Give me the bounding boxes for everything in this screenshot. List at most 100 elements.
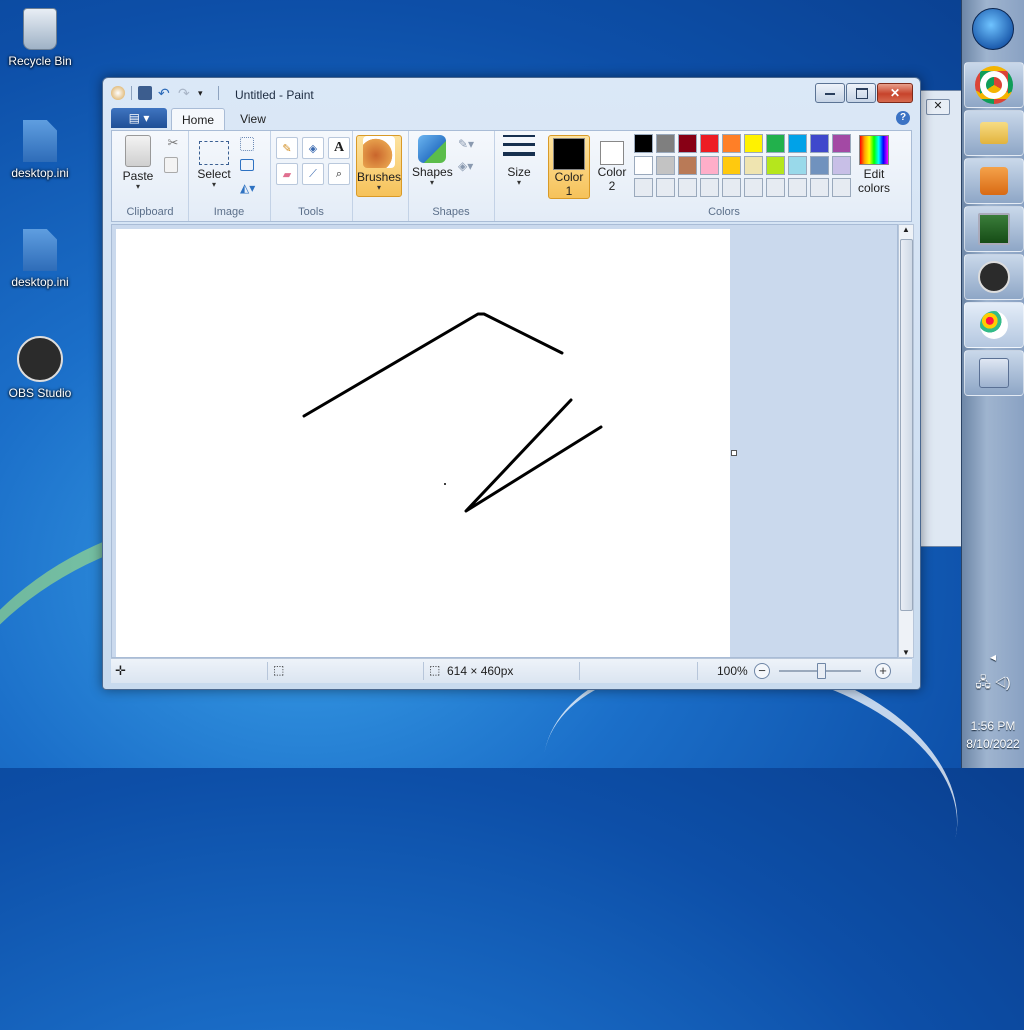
paint-window[interactable]: ↶ ↷ ▾ Untitled - Paint ✕ ▤ ▾ Home View ?… [102,77,921,690]
fill-icon[interactable]: ◈ [302,137,324,159]
close-icon[interactable]: ✕ [926,99,950,115]
zoom-slider-thumb[interactable] [817,663,826,679]
shapes-button[interactable]: Shapes ▾ [412,135,453,187]
save-icon[interactable] [138,86,152,100]
start-button[interactable] [972,8,1014,50]
palette-color-swatch[interactable] [766,156,785,175]
palette-color-swatch[interactable] [700,134,719,153]
copy-icon[interactable] [164,157,178,173]
zoom-out-button[interactable]: − [754,663,770,679]
palette-custom-slot[interactable] [722,178,741,197]
close-button[interactable]: ✕ [877,83,913,103]
tab-view[interactable]: View [229,108,277,129]
eraser-icon[interactable]: ▰ [276,163,298,185]
palette-color-swatch[interactable] [722,134,741,153]
palette-custom-slot[interactable] [656,178,675,197]
vertical-scrollbar[interactable]: ▲ ▼ [898,224,914,658]
palette-color-swatch[interactable] [700,156,719,175]
palette-color-swatch[interactable] [634,134,653,153]
desktop-icon-desktop-ini-2[interactable]: desktop.ini [6,229,74,289]
brushes-button[interactable]: Brushes ▾ [356,135,402,197]
select-button[interactable]: Select ▾ [194,135,234,189]
desktop-icon-desktop-ini-1[interactable]: desktop.ini [6,120,74,180]
taskbar-explorer[interactable] [964,110,1024,156]
palette-color-swatch[interactable] [832,156,851,175]
status-bar: ✛ ⬚ ⬚ 614 × 460px 100% − + [111,658,912,683]
drawing-canvas[interactable] [116,229,730,657]
show-hidden-icons[interactable]: ◂ [962,650,1024,664]
palette-custom-slot[interactable] [678,178,697,197]
taskbar-task-manager[interactable] [964,206,1024,252]
palette-color-swatch[interactable] [810,134,829,153]
palette-custom-slot[interactable] [700,178,719,197]
taskbar-media-player[interactable] [964,158,1024,204]
maximize-button[interactable] [846,83,876,103]
palette-color-swatch[interactable] [656,156,675,175]
minimize-button[interactable] [815,83,845,103]
palette-color-swatch[interactable] [766,134,785,153]
group-label: Image [213,206,245,218]
palette-color-swatch[interactable] [788,134,807,153]
palette-custom-slot[interactable] [788,178,807,197]
rotate-icon[interactable]: ◭▾ [240,181,258,199]
title-bar[interactable]: ↶ ↷ ▾ Untitled - Paint ✕ [103,78,920,108]
redo-icon[interactable]: ↷ [178,86,192,100]
taskbar-obs[interactable] [964,254,1024,300]
palette-color-swatch[interactable] [678,156,697,175]
scroll-up-icon[interactable]: ▲ [902,225,910,234]
fill-shape-icon[interactable]: ◈▾ [458,159,476,177]
zoom-in-button[interactable]: + [875,663,891,679]
magnifier-icon[interactable]: ⌕ [328,163,350,185]
paint-app-icon[interactable] [111,86,125,100]
help-icon[interactable]: ? [896,111,910,125]
palette-color-swatch[interactable] [656,134,675,153]
taskbar-chrome[interactable] [964,62,1024,108]
taskbar-calculator[interactable] [964,350,1024,396]
color1-button[interactable]: Color 1 [548,135,590,199]
canvas-resize-handle[interactable] [731,450,737,456]
drawn-stroke-1 [302,312,564,418]
canvas-workspace[interactable] [111,224,898,658]
palette-custom-slot[interactable] [744,178,763,197]
clock-time[interactable]: 1:56 PM [962,719,1024,733]
pencil-icon[interactable]: ✎ [276,137,298,159]
customize-qat-icon[interactable]: ▾ [198,86,212,100]
palette-color-swatch[interactable] [744,134,763,153]
palette-color-swatch[interactable] [678,134,697,153]
outline-icon[interactable]: ✎▾ [458,137,476,155]
file-menu-button[interactable]: ▤ ▾ [111,108,167,128]
brush-icon [363,136,395,168]
palette-custom-slot[interactable] [810,178,829,197]
taskbar: ◂ 🖧 ◁) 1:56 PM 8/10/2022 [961,0,1024,768]
tab-home[interactable]: Home [171,108,225,130]
edit-colors-label: Edit [863,167,885,181]
palette-color-swatch[interactable] [788,156,807,175]
resize-icon[interactable] [240,159,254,171]
tray-icons[interactable]: 🖧 ◁) [962,672,1024,696]
clock-date[interactable]: 8/10/2022 [962,737,1024,751]
size-button[interactable]: Size ▾ [500,135,538,187]
palette-color-swatch[interactable] [634,156,653,175]
palette-color-swatch[interactable] [744,156,763,175]
palette-color-swatch[interactable] [722,156,741,175]
text-icon[interactable]: A [328,137,350,159]
desktop-icon-recycle-bin[interactable]: Recycle Bin [6,8,74,68]
group-clipboard: Paste ▾ ✂ Clipboard [112,131,189,221]
undo-icon[interactable]: ↶ [158,86,172,100]
palette-color-swatch[interactable] [832,134,851,153]
cut-icon[interactable]: ✂ [164,135,182,153]
taskbar-paint[interactable] [964,302,1024,348]
scroll-down-icon[interactable]: ▼ [902,648,910,657]
palette-color-swatch[interactable] [810,156,829,175]
palette-custom-slot[interactable] [832,178,851,197]
crop-icon[interactable] [240,137,254,151]
desktop-icon-obs-studio[interactable]: OBS Studio [6,336,74,400]
desktop-icon-label: Recycle Bin [8,54,72,68]
color2-button[interactable]: Color 2 [592,135,632,193]
edit-colors-button[interactable]: Edit colors [854,135,894,195]
scrollbar-thumb[interactable] [900,239,913,611]
palette-custom-slot[interactable] [766,178,785,197]
paste-button[interactable]: Paste ▾ [118,135,158,191]
palette-custom-slot[interactable] [634,178,653,197]
color-picker-icon[interactable]: ⟋ [302,163,324,185]
